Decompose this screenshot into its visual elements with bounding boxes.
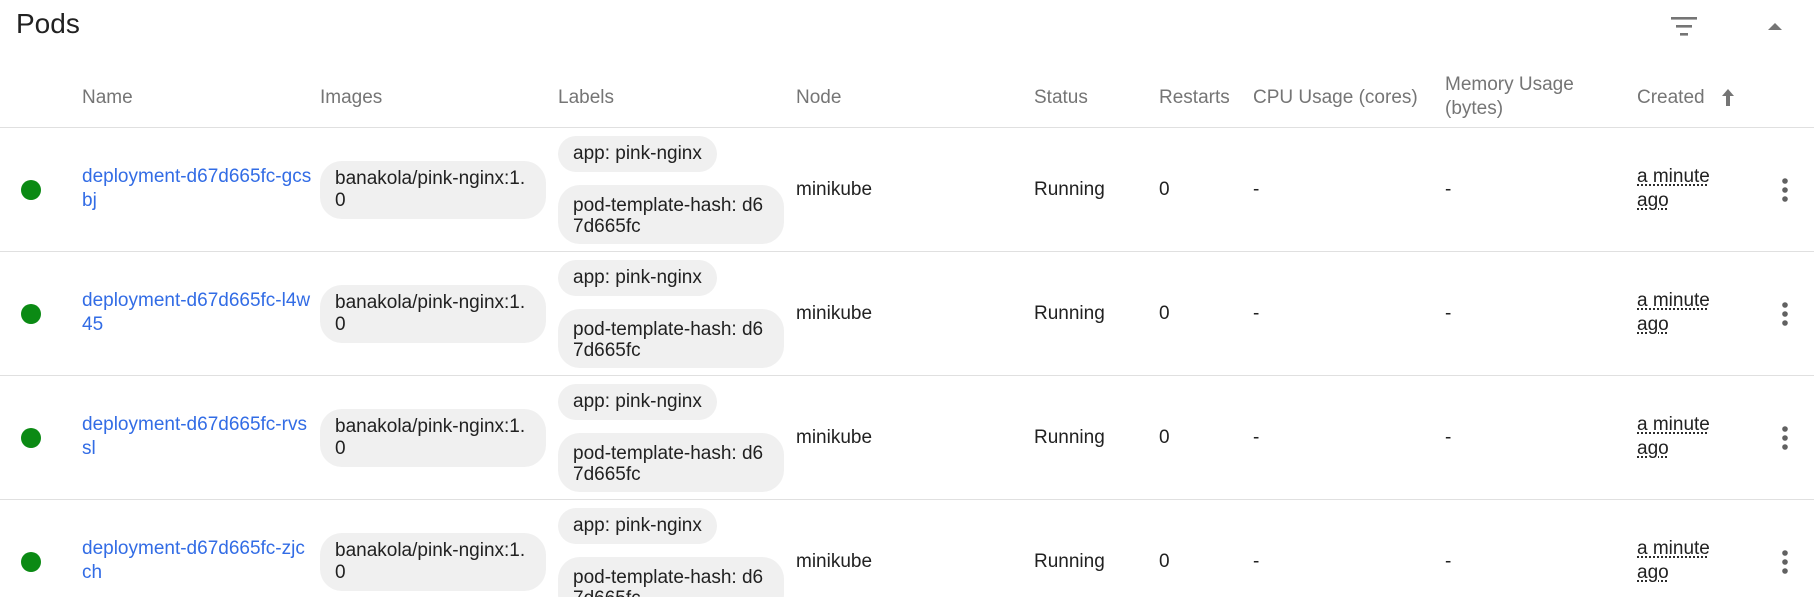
table-header: Name Images Labels Node Status Restarts … xyxy=(0,70,1814,128)
created-cell: a minute ago xyxy=(1637,165,1727,213)
restarts-cell: 0 xyxy=(1159,303,1170,324)
image-chip: banakola/pink-nginx:1.0 xyxy=(320,533,546,591)
more-vert-icon[interactable] xyxy=(1773,174,1797,206)
pods-card: Pods Name Images Labels Node Status Rest… xyxy=(0,0,1814,597)
more-vert-icon[interactable] xyxy=(1773,546,1797,578)
restarts-cell: 0 xyxy=(1159,427,1170,448)
label-chip: app: pink-nginx xyxy=(558,384,717,420)
label-chip: pod-template-hash: d67d665fc xyxy=(558,309,784,368)
status-cell: Running xyxy=(1034,303,1105,324)
node-cell: minikube xyxy=(796,179,873,200)
node-cell: minikube xyxy=(796,551,873,572)
arrow-drop-up-icon[interactable] xyxy=(1760,12,1790,42)
memory-usage-cell: - xyxy=(1445,551,1452,572)
column-header-name[interactable]: Name xyxy=(82,86,133,110)
status-cell: Running xyxy=(1034,427,1105,448)
status-cell: Running xyxy=(1034,179,1105,200)
image-chip: banakola/pink-nginx:1.0 xyxy=(320,285,546,343)
cpu-usage-cell: - xyxy=(1253,303,1260,324)
column-header-images: Images xyxy=(320,87,383,108)
column-header-cpu-usage: CPU Usage (cores) xyxy=(1253,87,1418,108)
status-running-icon xyxy=(21,180,41,200)
cpu-usage-cell: - xyxy=(1253,551,1260,572)
table-row: deployment-d67d665fc-rvssl banakola/pink… xyxy=(0,376,1814,500)
cpu-usage-cell: - xyxy=(1253,427,1260,448)
created-cell: a minute ago xyxy=(1637,537,1727,585)
table-row: deployment-d67d665fc-gcsbj banakola/pink… xyxy=(0,128,1814,252)
arrow-upward-icon[interactable] xyxy=(1719,86,1737,110)
image-chip: banakola/pink-nginx:1.0 xyxy=(320,409,546,467)
pod-name-link[interactable]: deployment-d67d665fc-rvssl xyxy=(82,413,312,461)
page-title: Pods xyxy=(16,8,80,39)
label-chip: app: pink-nginx xyxy=(558,260,717,296)
column-header-created[interactable]: Created xyxy=(1637,86,1705,110)
column-header-node[interactable]: Node xyxy=(796,86,841,110)
pod-name-link[interactable]: deployment-d67d665fc-l4w45 xyxy=(82,289,312,337)
filter-list-icon[interactable] xyxy=(1666,12,1702,42)
restarts-cell: 0 xyxy=(1159,551,1170,572)
table-row: deployment-d67d665fc-l4w45 banakola/pink… xyxy=(0,252,1814,376)
column-header-labels: Labels xyxy=(558,87,614,108)
pod-name-link[interactable]: deployment-d67d665fc-gcsbj xyxy=(82,165,312,213)
created-cell: a minute ago xyxy=(1637,289,1727,337)
restarts-cell: 0 xyxy=(1159,179,1170,200)
status-running-icon xyxy=(21,552,41,572)
memory-usage-cell: - xyxy=(1445,427,1452,448)
created-age-text: a minute ago xyxy=(1637,166,1710,211)
cpu-usage-cell: - xyxy=(1253,179,1260,200)
label-chip: pod-template-hash: d67d665fc xyxy=(558,557,784,597)
column-header-memory-usage: Memory Usage (bytes) xyxy=(1445,74,1574,119)
created-cell: a minute ago xyxy=(1637,413,1727,461)
label-chip: app: pink-nginx xyxy=(558,136,717,172)
node-cell: minikube xyxy=(796,427,873,448)
memory-usage-cell: - xyxy=(1445,179,1452,200)
status-running-icon xyxy=(21,304,41,324)
status-cell: Running xyxy=(1034,551,1105,572)
image-chip: banakola/pink-nginx:1.0 xyxy=(320,161,546,219)
created-age-text: a minute ago xyxy=(1637,290,1710,335)
table-row: deployment-d67d665fc-zjcch banakola/pink… xyxy=(0,500,1814,597)
label-chip: app: pink-nginx xyxy=(558,508,717,544)
more-vert-icon[interactable] xyxy=(1773,422,1797,454)
status-running-icon xyxy=(21,428,41,448)
column-header-status[interactable]: Status xyxy=(1034,86,1088,110)
created-age-text: a minute ago xyxy=(1637,538,1710,583)
pod-name-link[interactable]: deployment-d67d665fc-zjcch xyxy=(82,537,312,585)
node-cell: minikube xyxy=(796,303,873,324)
column-header-restarts[interactable]: Restarts xyxy=(1159,86,1230,110)
label-chip: pod-template-hash: d67d665fc xyxy=(558,433,784,492)
more-vert-icon[interactable] xyxy=(1773,298,1797,330)
label-chip: pod-template-hash: d67d665fc xyxy=(558,185,784,244)
memory-usage-cell: - xyxy=(1445,303,1452,324)
card-header: Pods xyxy=(0,0,1814,54)
created-age-text: a minute ago xyxy=(1637,414,1710,459)
